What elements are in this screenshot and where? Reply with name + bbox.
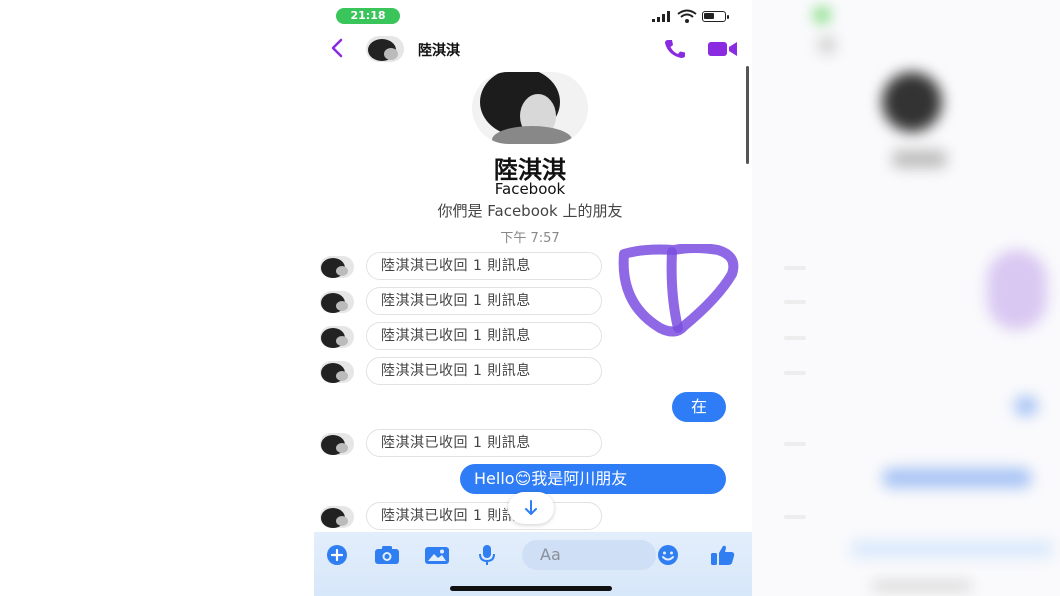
recalled-message[interactable]: 陸淇淇已收回 1 則訊息 — [366, 252, 602, 280]
recalled-message[interactable]: 陸淇淇已收回 1 則訊息 — [366, 287, 602, 315]
battery-icon — [702, 11, 729, 22]
phone-icon[interactable] — [662, 37, 688, 61]
recalled-message[interactable]: 陸淇淇已收回 1 則訊息 — [366, 502, 602, 530]
avatar[interactable] — [320, 433, 354, 455]
screenshot-canvas: 21:18 陸淇淇 陸淇淇 Facebook 你們是 Facebook 上的朋友… — [0, 0, 1060, 596]
wifi-icon — [677, 9, 697, 23]
plus-icon[interactable] — [324, 544, 350, 566]
message-text: Hello — [474, 469, 515, 488]
avatar[interactable] — [320, 256, 354, 278]
signal-icon — [652, 11, 670, 22]
recalled-message[interactable]: 陸淇淇已收回 1 則訊息 — [366, 322, 602, 350]
status-time: 21:18 — [336, 8, 400, 24]
avatar[interactable] — [320, 506, 354, 528]
avatar[interactable] — [320, 326, 354, 348]
avatar[interactable] — [320, 291, 354, 313]
header-avatar[interactable] — [366, 36, 404, 62]
microphone-icon[interactable] — [474, 544, 500, 566]
sent-message[interactable]: 在 — [672, 392, 726, 422]
list-item: 陸淇淇已收回 1 則訊息 — [314, 357, 746, 385]
emoji-icon[interactable] — [655, 544, 681, 566]
blurred-background — [752, 0, 1060, 596]
recalled-message[interactable]: 陸淇淇已收回 1 則訊息 — [366, 429, 602, 457]
recalled-message[interactable]: 陸淇淇已收回 1 則訊息 — [366, 357, 602, 385]
camera-icon[interactable] — [374, 544, 400, 566]
profile-avatar[interactable] — [472, 72, 588, 144]
annotation-mark — [618, 244, 739, 337]
list-item: 陸淇淇已收回 1 則訊息 — [314, 429, 746, 457]
message-input[interactable]: Aa — [522, 540, 656, 570]
header-contact-name[interactable]: 陸淇淇 — [418, 40, 460, 60]
sent-message[interactable]: Hello😊我是阿川朋友 — [460, 464, 726, 494]
profile-platform: Facebook — [494, 180, 566, 198]
back-chevron-icon[interactable] — [328, 37, 348, 59]
video-camera-icon[interactable] — [708, 40, 738, 58]
scroll-to-bottom-button[interactable] — [508, 492, 554, 524]
messenger-screen: 21:18 陸淇淇 陸淇淇 Facebook 你們是 Facebook 上的朋友… — [314, 0, 752, 596]
thumbs-up-icon[interactable] — [710, 544, 736, 566]
home-indicator — [450, 586, 612, 591]
gallery-icon[interactable] — [424, 544, 450, 566]
smile-emoji-icon: 😊 — [514, 469, 532, 488]
message-text: 我是阿川朋友 — [531, 469, 628, 488]
avatar[interactable] — [320, 361, 354, 383]
scrollbar[interactable] — [746, 66, 749, 164]
arrow-down-icon — [525, 500, 537, 515]
profile-relationship: 你們是 Facebook 上的朋友 — [437, 202, 623, 220]
